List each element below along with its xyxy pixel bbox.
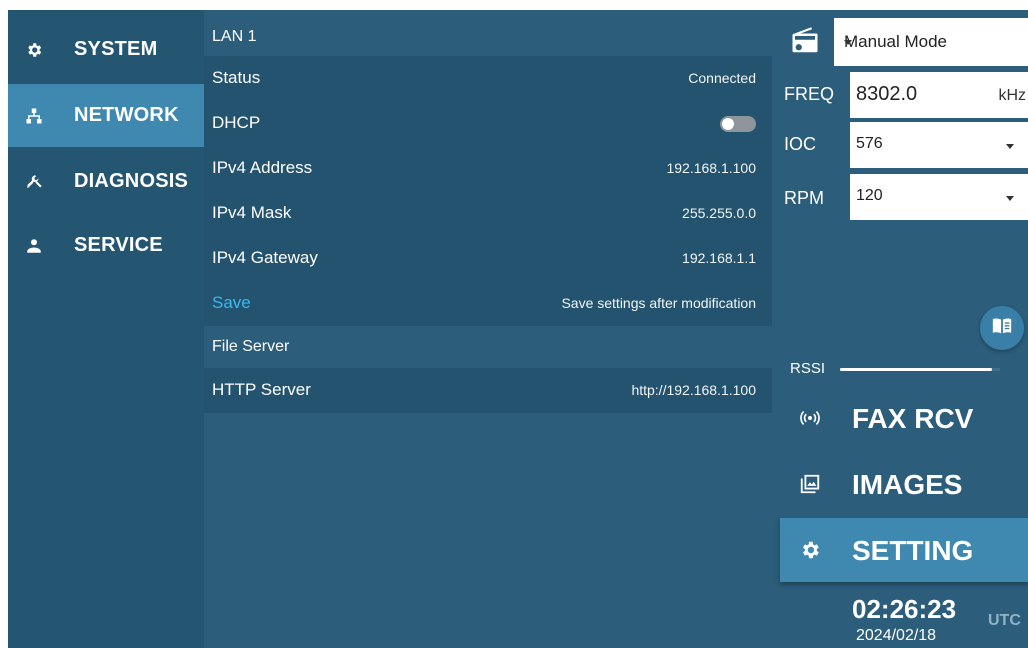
sidebar-item-label: DIAGNOSIS bbox=[74, 170, 189, 192]
manual-button[interactable] bbox=[980, 306, 1024, 350]
radio-icon bbox=[790, 26, 820, 56]
mode-select-value: Manual Mode bbox=[844, 32, 948, 51]
rpm-value: 120 bbox=[856, 187, 883, 204]
image-icon bbox=[798, 472, 822, 496]
sidebar-item-diagnosis[interactable]: DIAGNOSIS bbox=[8, 150, 204, 213]
dhcp-label: DHCP bbox=[212, 113, 261, 132]
status-label: Status bbox=[212, 68, 261, 87]
clock-time: 02:26:23 bbox=[852, 594, 957, 624]
broadcast-icon bbox=[798, 406, 822, 430]
clock-date: 2024/02/18 bbox=[856, 627, 937, 644]
rssi-label: RSSI bbox=[790, 360, 826, 377]
sidebar-item-label: SERVICE bbox=[74, 234, 163, 256]
menu-item-label: FAX RCV bbox=[852, 403, 974, 434]
ipv4-mask-value: 255.255.0.0 bbox=[682, 205, 756, 221]
section-header-lan: LAN 1 bbox=[204, 18, 780, 56]
book-icon bbox=[991, 315, 1013, 342]
ipv4-mask-row[interactable]: IPv4 Mask 255.255.0.0 bbox=[204, 191, 772, 236]
menu-item-label: IMAGES bbox=[852, 469, 963, 500]
save-button[interactable]: Save bbox=[212, 293, 251, 313]
menu-item-fax-rcv[interactable]: FAX RCV bbox=[780, 386, 1028, 450]
receiver-panel: Manual Mode FREQ 8302.0 kHz IOC 576 RPM … bbox=[780, 10, 1028, 648]
network-settings-panel: LAN 1 Status Connected DHCP IPv4 Address… bbox=[204, 10, 780, 648]
ipv4-gateway-label: IPv4 Gateway bbox=[212, 248, 318, 267]
rpm-label: RPM bbox=[784, 188, 824, 208]
ipv4-address-row[interactable]: IPv4 Address 192.168.1.100 bbox=[204, 146, 772, 191]
person-icon bbox=[24, 236, 44, 256]
sidebar-item-label: NETWORK bbox=[74, 104, 179, 126]
http-server-value: http://192.168.1.100 bbox=[631, 382, 756, 398]
ipv4-address-label: IPv4 Address bbox=[212, 158, 313, 177]
section-header-file-server: File Server bbox=[204, 328, 780, 366]
sidebar-item-network[interactable]: NETWORK bbox=[8, 84, 204, 147]
app-frame: SYSTEM NETWORK DIAGNOSIS SERVICE LAN 1 S… bbox=[8, 10, 1028, 648]
menu-item-setting[interactable]: SETTING bbox=[780, 518, 1028, 582]
freq-label: FREQ bbox=[784, 84, 835, 104]
rpm-select[interactable]: 120 bbox=[850, 174, 1028, 220]
sidebar-item-service[interactable]: SERVICE bbox=[8, 214, 204, 277]
rssi-meter bbox=[840, 368, 1000, 371]
status-row: Status Connected bbox=[204, 56, 772, 101]
chevron-down-icon bbox=[1006, 144, 1014, 149]
freq-input[interactable]: 8302.0 kHz bbox=[850, 72, 1028, 118]
file-server-list: HTTP Server http://192.168.1.100 bbox=[204, 368, 772, 413]
section-title: LAN 1 bbox=[212, 28, 257, 45]
status-value: Connected bbox=[688, 70, 756, 86]
gear-icon bbox=[798, 538, 822, 562]
menu-item-images[interactable]: IMAGES bbox=[780, 452, 1028, 516]
ipv4-mask-label: IPv4 Mask bbox=[212, 203, 292, 222]
chevron-down-icon bbox=[844, 40, 852, 45]
ioc-select[interactable]: 576 bbox=[850, 122, 1028, 168]
menu-item-label: SETTING bbox=[852, 535, 974, 566]
dhcp-toggle[interactable] bbox=[720, 116, 756, 132]
ipv4-gateway-value: 192.168.1.1 bbox=[682, 250, 756, 266]
ioc-value: 576 bbox=[856, 135, 883, 152]
timezone-label: UTC bbox=[988, 612, 1021, 629]
rssi-level-bar bbox=[840, 368, 992, 371]
sidebar: SYSTEM NETWORK DIAGNOSIS SERVICE bbox=[8, 10, 204, 648]
http-server-row[interactable]: HTTP Server http://192.168.1.100 bbox=[204, 368, 772, 413]
ipv4-gateway-row[interactable]: IPv4 Gateway 192.168.1.1 bbox=[204, 236, 772, 281]
save-row[interactable]: Save Save settings after modification bbox=[204, 281, 772, 326]
freq-value: 8302.0 bbox=[856, 83, 918, 105]
ioc-label: IOC bbox=[784, 134, 817, 154]
lan-settings-list: Status Connected DHCP IPv4 Address 192.1… bbox=[204, 56, 772, 326]
freq-unit: kHz bbox=[998, 87, 1026, 104]
ipv4-address-value: 192.168.1.100 bbox=[666, 160, 756, 176]
mode-select[interactable]: Manual Mode bbox=[834, 18, 1028, 66]
gear-icon bbox=[24, 40, 44, 60]
sidebar-item-label: SYSTEM bbox=[74, 38, 158, 60]
tools-icon bbox=[24, 172, 44, 192]
section-title: File Server bbox=[212, 338, 290, 355]
chevron-down-icon bbox=[1006, 196, 1014, 201]
save-hint: Save settings after modification bbox=[561, 295, 756, 311]
sidebar-item-system[interactable]: SYSTEM bbox=[8, 18, 204, 81]
network-icon bbox=[24, 106, 44, 126]
dhcp-row: DHCP bbox=[204, 101, 772, 146]
http-server-label: HTTP Server bbox=[212, 380, 311, 399]
